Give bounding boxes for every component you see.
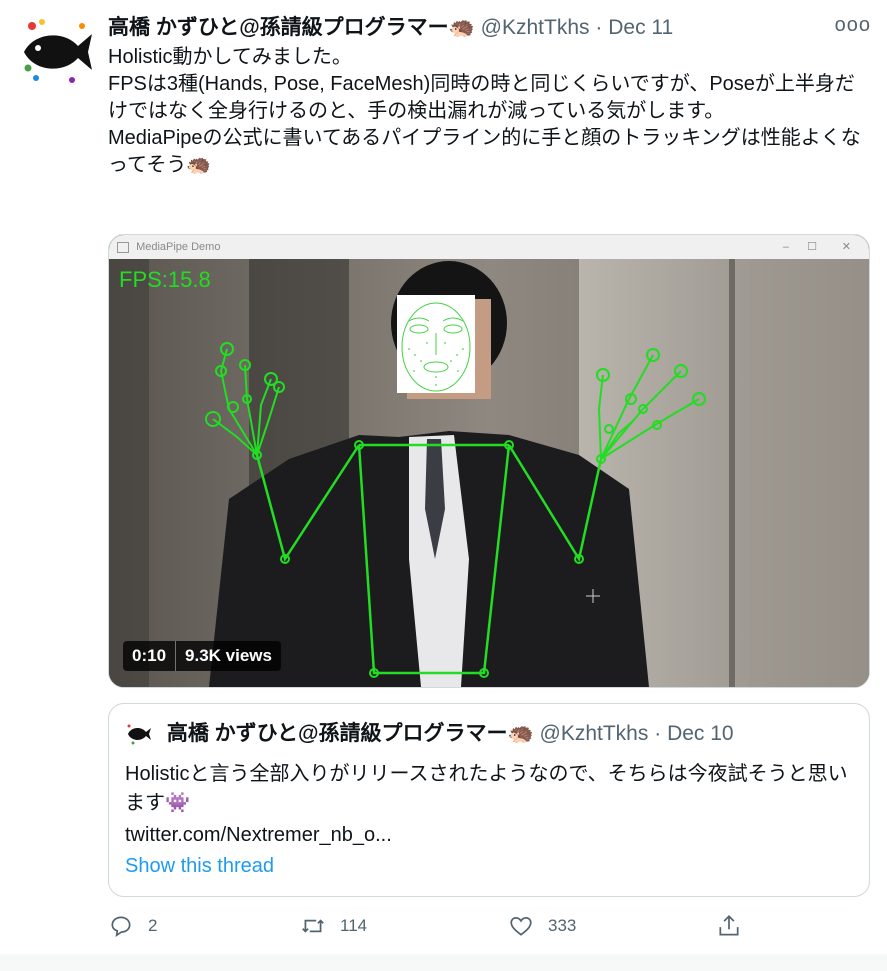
retweet-icon (302, 919, 324, 933)
more-options-icon[interactable]: ooo (835, 14, 871, 37)
share-icon (719, 915, 739, 936)
tweet-date[interactable]: Dec 11 (608, 16, 673, 39)
tweet-text: Holistic動かしてみました。 FPSは3種(Hands, Pose, Fa… (108, 46, 861, 176)
quoted-separator-dot: · (654, 722, 662, 745)
reply-button[interactable]: 2 (108, 910, 157, 942)
tweet-header: 高橋 かずひと@孫請級プログラマー🦔 @KzhtTkhs · Dec 11 (108, 14, 871, 42)
reply-count: 2 (148, 916, 158, 935)
video-player[interactable]: MediaPipe Demo – ☐ ✕ FPS:15.8 0:10 9.3K … (108, 234, 870, 688)
minimize-icon: – (782, 241, 789, 253)
video-views: 9.3K views (185, 646, 272, 665)
quoted-author-handle[interactable]: @KzhtTkhs (540, 722, 649, 745)
separator-dot: · (595, 16, 603, 39)
show-thread-link[interactable]: Show this thread (125, 852, 274, 880)
window-title: MediaPipe Demo (136, 241, 221, 253)
quoted-author-name[interactable]: 高橋 かずひと@孫請級プログラマー🦔 (167, 722, 534, 745)
video-duration-badge: 0:10 9.3K views (123, 641, 281, 671)
quoted-tweet-link[interactable]: twitter.com/Nextremer_nb_o... (125, 821, 392, 849)
window-title-bar: MediaPipe Demo – ☐ ✕ (109, 235, 869, 259)
like-button[interactable]: 333 (508, 910, 576, 942)
quoted-author-avatar[interactable] (125, 720, 153, 749)
like-count: 333 (548, 916, 577, 935)
app-window-icon (117, 241, 129, 253)
retweet-button[interactable]: 114 (300, 910, 367, 942)
reply-icon (111, 916, 131, 937)
fps-overlay: FPS:15.8 (119, 267, 211, 292)
video-frame: FPS:15.8 (109, 259, 869, 687)
tweet-actions: 2 114 333 (108, 910, 868, 942)
close-icon: ✕ (841, 241, 851, 253)
fish-logo-icon (16, 12, 96, 92)
retweet-count: 114 (340, 916, 368, 935)
quoted-tweet-header: 高橋 かずひと@孫請級プログラマー🦔 @KzhtTkhs · Dec 10 (125, 720, 734, 749)
share-button[interactable] (716, 910, 742, 942)
author-avatar[interactable] (16, 12, 96, 92)
maximize-icon: ☐ (807, 241, 817, 253)
quoted-tweet[interactable]: 高橋 かずひと@孫請級プログラマー🦔 @KzhtTkhs · Dec 10 Ho… (108, 703, 870, 897)
quoted-tweet-text: Holisticと言う全部入りがリリースされたようなので、そちらは今夜試そうと思… (125, 763, 848, 814)
bottom-strip (0, 954, 887, 971)
author-handle[interactable]: @KzhtTkhs (481, 16, 590, 39)
video-duration: 0:10 (132, 646, 167, 665)
quoted-tweet-date[interactable]: Dec 10 (667, 722, 734, 745)
like-icon (510, 917, 532, 936)
author-display-name[interactable]: 高橋 かずひと@孫請級プログラマー🦔 (108, 16, 475, 39)
